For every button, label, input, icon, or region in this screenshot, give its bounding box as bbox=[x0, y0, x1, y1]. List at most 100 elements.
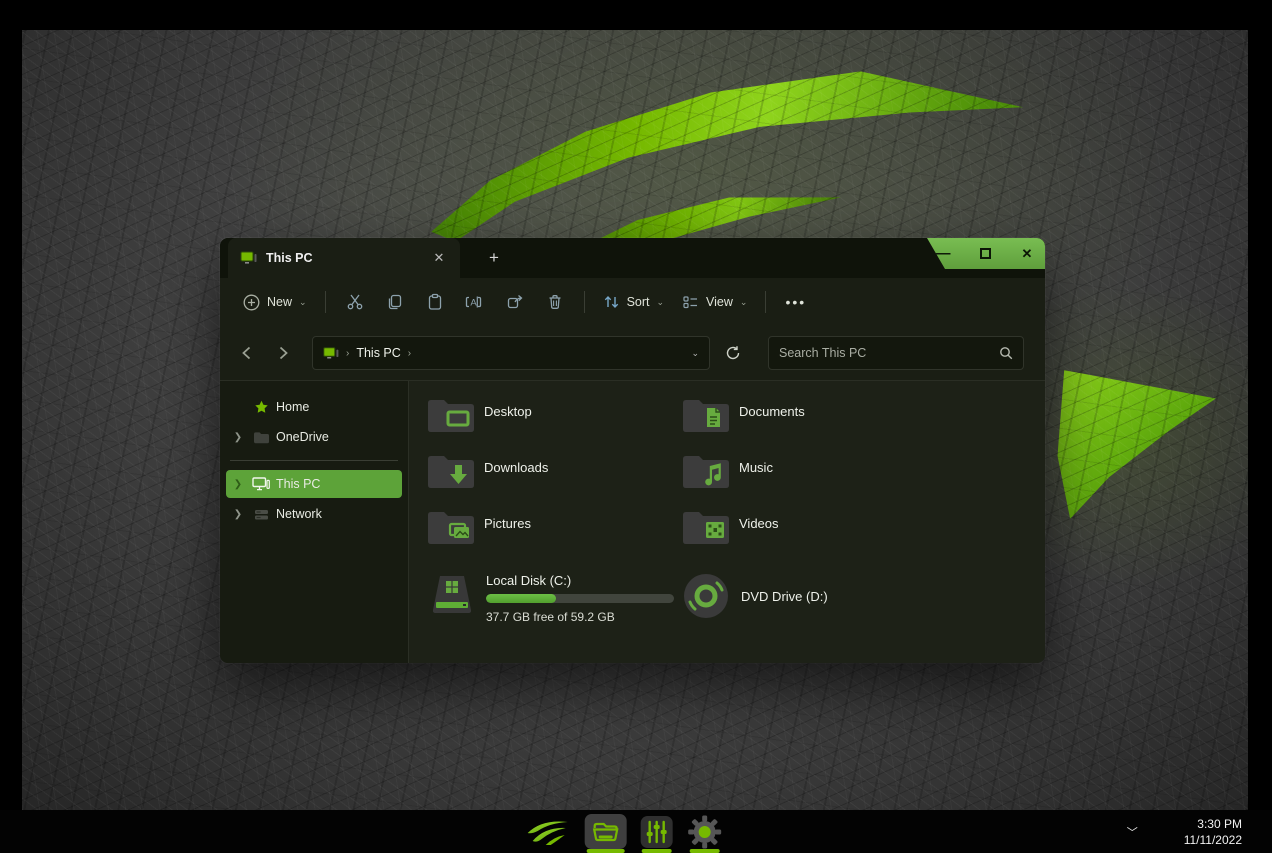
scissors-icon bbox=[346, 293, 364, 311]
address-bar[interactable]: › This PC › ⌄ bbox=[312, 336, 710, 370]
window-caption-controls: — ✕ bbox=[905, 238, 1045, 269]
sort-label: Sort bbox=[627, 295, 650, 309]
rename-button[interactable]: A bbox=[455, 286, 495, 318]
dvd-drive-icon bbox=[681, 571, 731, 621]
tab-close-button[interactable]: ✕ bbox=[430, 250, 448, 266]
sort-button[interactable]: Sort ⌄ bbox=[594, 286, 673, 318]
folder-tile-videos[interactable]: Videos bbox=[681, 507, 936, 563]
sidebar-divider bbox=[230, 460, 398, 461]
taskbar: ﹀ 3:30 PM 11/11/2022 bbox=[0, 810, 1272, 853]
minimize-button[interactable]: — bbox=[935, 247, 951, 261]
drive-tile-local-disk-c[interactable]: Local Disk (C:) 37.7 GB free of 59.2 GB bbox=[426, 568, 681, 624]
disk-usage-bar bbox=[486, 594, 674, 603]
desktop-folder-icon bbox=[426, 395, 476, 437]
share-icon bbox=[506, 293, 524, 311]
chevron-right-icon[interactable]: ❯ bbox=[230, 479, 246, 490]
mixer-sliders-icon bbox=[640, 815, 674, 849]
disk-usage-fill bbox=[486, 594, 556, 603]
new-tab-button[interactable]: + bbox=[482, 247, 506, 271]
folder-tile-downloads[interactable]: Downloads bbox=[426, 451, 681, 507]
clock-time: 3:30 PM bbox=[1184, 816, 1242, 832]
folder-tile-pictures[interactable]: Pictures bbox=[426, 507, 681, 563]
sidebar-item-onedrive[interactable]: ❯ OneDrive bbox=[226, 423, 402, 451]
this-pc-icon bbox=[240, 251, 257, 265]
folder-tile-documents[interactable]: Documents bbox=[681, 395, 936, 451]
new-button[interactable]: New ⌄ bbox=[234, 286, 316, 318]
command-bar: New ⌄ A bbox=[220, 278, 1045, 326]
share-button[interactable] bbox=[495, 286, 535, 318]
this-pc-icon bbox=[323, 347, 339, 360]
paste-icon bbox=[426, 293, 444, 311]
toolbar-divider bbox=[325, 291, 326, 313]
tab-this-pc[interactable]: This PC ✕ bbox=[228, 238, 460, 278]
disk-free-space: 37.7 GB free of 59.2 GB bbox=[486, 610, 674, 624]
see-more-button[interactable]: ••• bbox=[775, 294, 816, 310]
network-icon bbox=[250, 508, 272, 521]
sidebar-item-network[interactable]: ❯ Network bbox=[226, 500, 402, 528]
search-icon bbox=[999, 346, 1013, 360]
maximize-button[interactable] bbox=[977, 247, 993, 261]
copy-button[interactable] bbox=[375, 286, 415, 318]
show-hidden-icons-chevron[interactable]: ﹀ bbox=[1127, 824, 1138, 840]
toolbar-divider bbox=[584, 291, 585, 313]
nvidia-logo-icon bbox=[526, 817, 572, 847]
chevron-right-icon[interactable]: ❯ bbox=[230, 432, 246, 443]
taskbar-mixer-app[interactable] bbox=[640, 810, 674, 853]
home-star-icon bbox=[250, 400, 272, 415]
copy-icon bbox=[386, 293, 404, 311]
taskbar-clock[interactable]: 3:30 PM 11/11/2022 bbox=[1184, 816, 1242, 848]
pictures-folder-icon bbox=[426, 507, 476, 549]
close-button[interactable]: ✕ bbox=[1019, 247, 1035, 261]
navigation-pane: Home ❯ OneDrive ❯ This PC bbox=[220, 381, 408, 663]
svg-text:A: A bbox=[470, 298, 477, 309]
forward-arrow-icon bbox=[275, 345, 291, 361]
this-pc-monitor-icon bbox=[250, 477, 272, 491]
music-folder-icon bbox=[681, 451, 731, 493]
breadcrumb-chevron-icon: › bbox=[346, 348, 349, 359]
back-button[interactable] bbox=[232, 338, 262, 368]
wallpaper-claw-stroke bbox=[1055, 357, 1247, 528]
file-explorer-window: This PC ✕ + — ✕ New ⌄ bbox=[220, 238, 1045, 663]
running-app-indicator bbox=[690, 849, 720, 853]
folder-tile-desktop[interactable]: Desktop bbox=[426, 395, 681, 451]
chevron-right-icon[interactable]: ❯ bbox=[230, 509, 246, 520]
view-label: View bbox=[706, 295, 733, 309]
new-label: New bbox=[267, 295, 292, 309]
clock-date: 11/11/2022 bbox=[1184, 832, 1242, 848]
downloads-folder-icon bbox=[426, 451, 476, 493]
local-disk-icon bbox=[426, 568, 478, 620]
sidebar-item-this-pc[interactable]: ❯ This PC bbox=[226, 470, 402, 498]
running-app-indicator bbox=[587, 849, 625, 853]
items-view: Desktop Documents Down bbox=[409, 381, 1045, 663]
tab-title: This PC bbox=[266, 251, 421, 265]
paste-button[interactable] bbox=[415, 286, 455, 318]
taskbar-file-explorer[interactable] bbox=[585, 810, 627, 853]
toolbar-divider bbox=[765, 291, 766, 313]
search-box[interactable] bbox=[768, 336, 1024, 370]
sort-icon bbox=[603, 294, 620, 310]
start-button[interactable] bbox=[526, 810, 572, 853]
address-dropdown-icon[interactable]: ⌄ bbox=[691, 348, 699, 359]
chevron-down-icon: ⌄ bbox=[299, 297, 307, 308]
back-arrow-icon bbox=[239, 345, 255, 361]
navigation-bar: › This PC › ⌄ bbox=[220, 326, 1045, 380]
view-button[interactable]: View ⌄ bbox=[673, 286, 756, 318]
refresh-icon bbox=[725, 345, 741, 361]
file-explorer-icon bbox=[592, 820, 620, 844]
onedrive-folder-icon bbox=[250, 431, 272, 444]
running-app-indicator bbox=[642, 849, 672, 853]
forward-button[interactable] bbox=[268, 338, 298, 368]
folder-tile-music[interactable]: Music bbox=[681, 451, 936, 507]
taskbar-settings-app[interactable] bbox=[687, 810, 723, 853]
breadcrumb-chevron-icon: › bbox=[408, 348, 411, 359]
rename-icon: A bbox=[465, 293, 485, 311]
search-input[interactable] bbox=[779, 346, 999, 360]
trash-icon bbox=[546, 293, 564, 311]
delete-button[interactable] bbox=[535, 286, 575, 318]
cut-button[interactable] bbox=[335, 286, 375, 318]
drive-tile-dvd-d[interactable]: DVD Drive (D:) bbox=[681, 568, 936, 624]
sidebar-item-home[interactable]: Home bbox=[226, 393, 402, 421]
view-icon bbox=[682, 294, 699, 310]
breadcrumb[interactable]: This PC bbox=[356, 346, 400, 360]
refresh-button[interactable] bbox=[718, 338, 748, 368]
